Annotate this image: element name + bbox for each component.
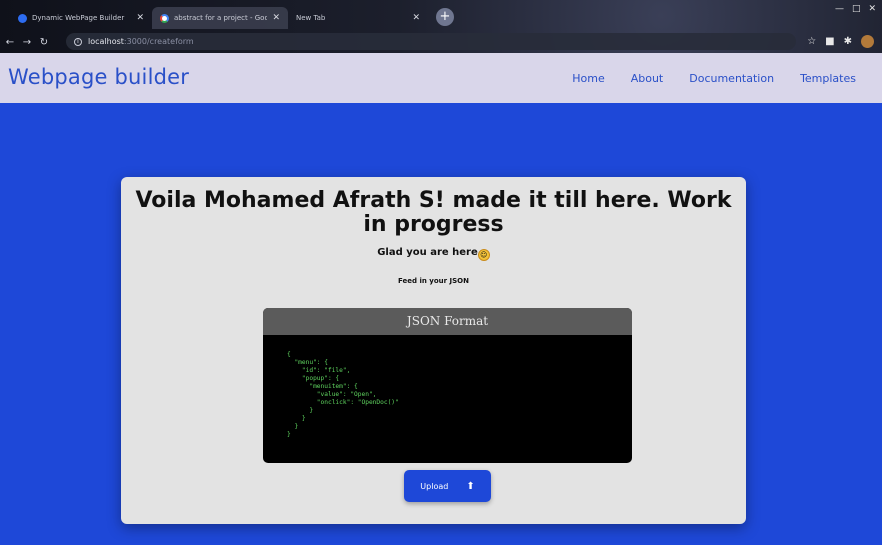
new-tab-plus-icon[interactable]: + [436, 8, 454, 26]
profile-avatar[interactable] [861, 35, 874, 48]
back-arrow-icon[interactable]: ← [3, 37, 17, 48]
tab-favicon-icon [18, 13, 27, 23]
extension-icon[interactable]: ■ [825, 36, 834, 47]
tab-strip: Dynamic WebPage Builder ✕ abstract for a… [0, 0, 882, 30]
close-tab-icon[interactable]: ✕ [272, 13, 280, 23]
page-title: Voila Mohamed Afrath S! made it till her… [135, 188, 732, 237]
tab-title: Dynamic WebPage Builder [32, 14, 125, 22]
tab-title: abstract for a project - Google Se [174, 14, 268, 22]
bookmark-star-icon[interactable]: ☆ [807, 36, 816, 47]
brand-logo[interactable]: Webpage builder [8, 65, 189, 89]
upload-label: Upload [420, 481, 449, 491]
greeting-text: Glad you are here ☺ [121, 247, 746, 261]
tab-title: New Tab [296, 14, 326, 22]
tab-new-tab[interactable]: New Tab ✕ [288, 7, 428, 29]
toolbar-actions: ☆ ■ ✱ [807, 35, 874, 48]
reload-icon[interactable]: ↻ [37, 37, 51, 48]
json-panel-title: JSON Format [263, 308, 632, 335]
close-window-icon[interactable]: ✕ [868, 4, 876, 14]
tab-google-search[interactable]: abstract for a project - Google Se ✕ [152, 7, 288, 29]
forward-arrow-icon[interactable]: → [20, 37, 34, 48]
json-editor[interactable]: { "menu": { "id": "file", "popup": { "me… [263, 335, 632, 439]
close-tab-icon[interactable]: ✕ [136, 13, 144, 23]
maximize-icon[interactable]: □ [852, 4, 861, 14]
nav-home[interactable]: Home [572, 72, 604, 85]
url-text: localhost:3000/createform [88, 37, 194, 46]
url-path: :3000/createform [123, 37, 194, 46]
feed-instruction: Feed in your JSON [398, 277, 469, 285]
upload-icon: ⬆ [466, 480, 475, 492]
app-header: Webpage builder Home About Documentation… [0, 53, 882, 103]
browser-toolbar: ← → ↻ i localhost:3000/createform ☆ ■ ✱ [0, 31, 882, 53]
main-card: Voila Mohamed Afrath S! made it till her… [121, 177, 746, 524]
main-nav: Home About Documentation Templates [572, 72, 856, 85]
upload-button[interactable]: Upload ⬆ [404, 470, 491, 502]
greeting-label: Glad you are here [377, 247, 478, 258]
json-panel: JSON Format { "menu": { "id": "file", "p… [263, 308, 632, 463]
google-icon [160, 13, 169, 23]
nav-documentation[interactable]: Documentation [689, 72, 774, 85]
nav-templates[interactable]: Templates [800, 72, 856, 85]
site-info-icon[interactable]: i [74, 37, 82, 46]
address-bar[interactable]: i localhost:3000/createform [66, 33, 796, 50]
url-host: localhost [88, 37, 124, 46]
minimize-icon[interactable]: — [835, 4, 844, 14]
close-tab-icon[interactable]: ✕ [412, 13, 420, 23]
window-controls: — □ ✕ [835, 4, 876, 14]
puzzle-extensions-icon[interactable]: ✱ [844, 36, 852, 47]
browser-chrome: Dynamic WebPage Builder ✕ abstract for a… [0, 0, 882, 53]
smile-emoji-icon: ☺ [477, 249, 490, 261]
nav-about[interactable]: About [631, 72, 664, 85]
tab-dynamic-webpage-builder[interactable]: Dynamic WebPage Builder ✕ [10, 7, 152, 29]
